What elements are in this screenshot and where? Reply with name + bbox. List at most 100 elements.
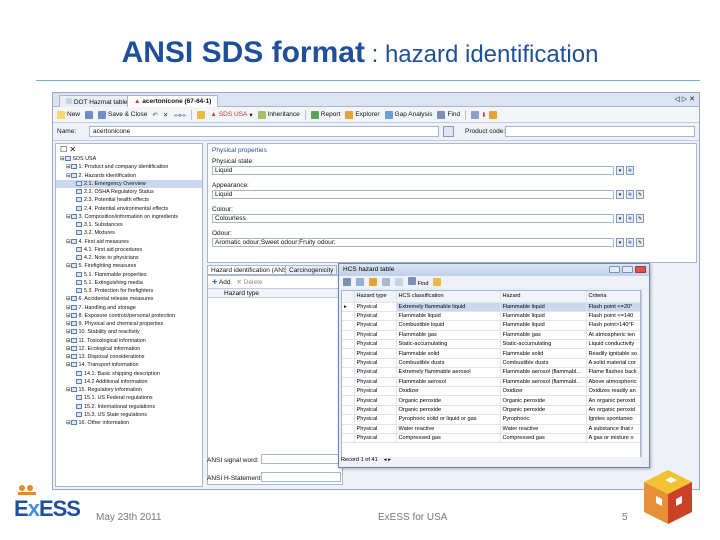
appearance-select[interactable]: Liquid <box>212 190 614 199</box>
tree-node[interactable]: ⊟ 15. Regulatory information <box>56 386 202 394</box>
table-cell[interactable]: Physical <box>354 414 397 425</box>
new-node-icon[interactable]: ☐ <box>60 145 67 154</box>
folder-icon[interactable] <box>369 278 377 286</box>
tree-node[interactable]: ⊟ 2. Hazards identification <box>56 172 202 180</box>
table-row[interactable]: Physical Flammable solid Flammable solid Re… <box>342 348 640 359</box>
table-row[interactable]: ▸ Physical Extremely flammable liquid Flamm… <box>342 302 640 312</box>
tab-nav-arrows[interactable]: ◁ ▷ ✕ <box>674 95 695 103</box>
physical-state-select[interactable]: Liquid <box>212 166 614 175</box>
tree-node[interactable]: ⊟ 8. Exposure controls/personal protectio… <box>56 312 202 320</box>
table-cell[interactable]: Compressed gas <box>500 433 587 444</box>
table-cell[interactable]: Oxidizes readily an <box>586 386 640 397</box>
grid-icon[interactable] <box>343 278 351 286</box>
table-row[interactable]: Physical Pyrophoric solid or liquid or ga… <box>342 414 640 425</box>
chevron-down-icon[interactable]: ▾ <box>616 166 624 175</box>
table-cell[interactable]: Physical <box>354 433 397 444</box>
edit-icon[interactable]: ✎ <box>636 214 644 223</box>
add-icon[interactable]: ✚ <box>626 238 634 247</box>
find-button[interactable]: Find <box>408 277 428 287</box>
table-cell[interactable]: Physical <box>354 330 397 341</box>
product-code-input[interactable] <box>505 126 695 137</box>
table-cell[interactable]: Organic peroxide <box>500 405 587 416</box>
tree-node[interactable]: 2.3. Potential health effects <box>56 196 202 204</box>
list-icon[interactable] <box>395 278 403 286</box>
tree-node[interactable]: ⊟ 5. Firefighting measures <box>56 262 202 270</box>
close-button[interactable] <box>635 266 646 273</box>
table-cell[interactable]: A solid material cor <box>586 358 640 369</box>
table-cell[interactable]: Static-accumulating <box>396 339 501 350</box>
explorer-button[interactable]: Explorer <box>345 110 380 119</box>
add-icon[interactable]: ✚ <box>626 190 634 199</box>
table-cell[interactable]: Physical <box>354 320 397 331</box>
table-cell[interactable]: A substance that r <box>586 424 640 434</box>
tree-node[interactable]: ⊟ 16. Other information <box>56 419 202 427</box>
h-statements-input[interactable] <box>261 472 341 482</box>
save-button[interactable] <box>85 110 94 119</box>
colour-select[interactable]: Colourless <box>212 214 614 223</box>
name-lookup-button[interactable] <box>443 126 454 137</box>
tree-node[interactable]: ⊟ 3. Composition/information on ingredien… <box>56 213 202 221</box>
chevron-down-icon[interactable]: ▾ <box>616 190 624 199</box>
table-cell[interactable]: Flammable solid <box>500 348 587 359</box>
extra-tool-button[interactable]: ⬇ <box>471 110 497 119</box>
nav-first-button[interactable]: ◂◂▸▸ <box>173 111 186 119</box>
tree-node[interactable]: 3.2. Mixtures <box>56 229 202 237</box>
add-button[interactable]: ✚ Add <box>212 278 230 286</box>
tree-node[interactable]: 15.3. US State regulations <box>56 411 202 419</box>
table-cell[interactable]: Organic peroxide <box>500 395 587 406</box>
table-cell[interactable]: Physical <box>354 311 397 322</box>
table-cell[interactable]: Water reactive <box>396 424 501 434</box>
name-input[interactable]: acertonicone <box>89 126 439 137</box>
tree-node[interactable]: 3.1. Substances <box>56 221 202 229</box>
table-cell[interactable]: Ignites spontaneo <box>586 414 640 425</box>
edit-icon[interactable]: ✎ <box>636 238 644 247</box>
tree-node[interactable]: ⊟ 4. First aid measures <box>56 238 202 246</box>
delete-button[interactable]: ✕ Delete <box>236 278 262 286</box>
table-cell[interactable]: Organic peroxide <box>396 395 501 406</box>
table-cell[interactable]: Physical <box>354 367 397 378</box>
table-cell[interactable]: Combustible liquid <box>396 320 501 331</box>
table-cell[interactable]: Combustible dusts <box>500 358 587 369</box>
tab-hazard-identification[interactable]: Hazard identification (ANSI) <box>207 265 296 275</box>
table-cell[interactable]: Flame flashes back <box>586 367 640 378</box>
table-cell[interactable]: Flammable aerosol <box>396 377 501 388</box>
table-cell[interactable]: Water reactive <box>500 424 587 434</box>
sds-usa-button[interactable]: ▲ SDS USA ▾ <box>210 111 252 119</box>
tree-node[interactable]: ⊟ 7. Handling and storage <box>56 304 202 312</box>
chevron-down-icon[interactable]: ▾ <box>616 238 624 247</box>
signal-word-input[interactable] <box>261 454 341 464</box>
table-row[interactable]: Physical Organic peroxide Organic peroxide… <box>342 405 640 416</box>
table-row[interactable]: Physical Flammable aerosol Flammable aeros… <box>342 377 640 388</box>
table-row[interactable]: Physical Flammable liquid Flammable liquid… <box>342 311 640 322</box>
delete-button[interactable]: ✕ <box>163 111 168 119</box>
tab-dot-hazmat[interactable]: DOT Hazmat table <box>59 95 135 107</box>
table-row[interactable]: Physical Water reactive Water reactive A su… <box>342 424 640 434</box>
table-row[interactable]: Physical Oxidizer Oxidizer Oxidizes readily… <box>342 386 640 397</box>
table-cell[interactable]: Flammable liquid <box>500 320 587 331</box>
table-cell[interactable]: Pyrophoric <box>500 414 587 425</box>
table-cell[interactable]: At atmospheric ten <box>586 330 640 341</box>
tree-node[interactable]: 15.1. US Federal regulations <box>56 394 202 402</box>
table-cell[interactable]: Physical <box>354 377 397 388</box>
gap-analysis-button[interactable]: Gap Analysis <box>384 110 432 119</box>
table-row[interactable]: Physical Combustible liquid Flammable liqu… <box>342 320 640 331</box>
tree-node[interactable]: 5.1. Extinguishing media <box>56 279 202 287</box>
table-row[interactable]: Physical Organic peroxide Organic peroxide… <box>342 395 640 406</box>
table-cell[interactable]: An organic peroxid <box>586 395 640 406</box>
vertical-scrollbar[interactable] <box>641 290 649 458</box>
tree-node[interactable]: 5.3. Protection for firefighters <box>56 287 202 295</box>
tree-node[interactable]: 2.2. OSHA Regulatory Status <box>56 188 202 196</box>
table-cell[interactable]: Liquid conductivity <box>586 339 640 350</box>
table-cell[interactable]: Flash point <=20° <box>586 302 640 312</box>
tree-node[interactable]: ⊟ 13. Disposal considerations <box>56 353 202 361</box>
edit-icon[interactable]: ✎ <box>636 190 644 199</box>
tree-node[interactable]: ⊟ 1. Product and company identification <box>56 163 202 171</box>
table-cell[interactable]: A gas or mixture o <box>586 433 640 444</box>
table-cell[interactable]: Physical <box>354 339 397 350</box>
table-cell[interactable]: An organic peroxid <box>586 405 640 416</box>
tree-node[interactable]: ⊟ 12. Ecological information <box>56 345 202 353</box>
find-button[interactable]: Find <box>437 110 460 119</box>
table-row[interactable]: Physical Extremely flammable aerosol Flamm… <box>342 367 640 378</box>
column-header[interactable]: Hazard type <box>354 291 397 303</box>
column-header[interactable]: Criteria <box>586 291 640 303</box>
